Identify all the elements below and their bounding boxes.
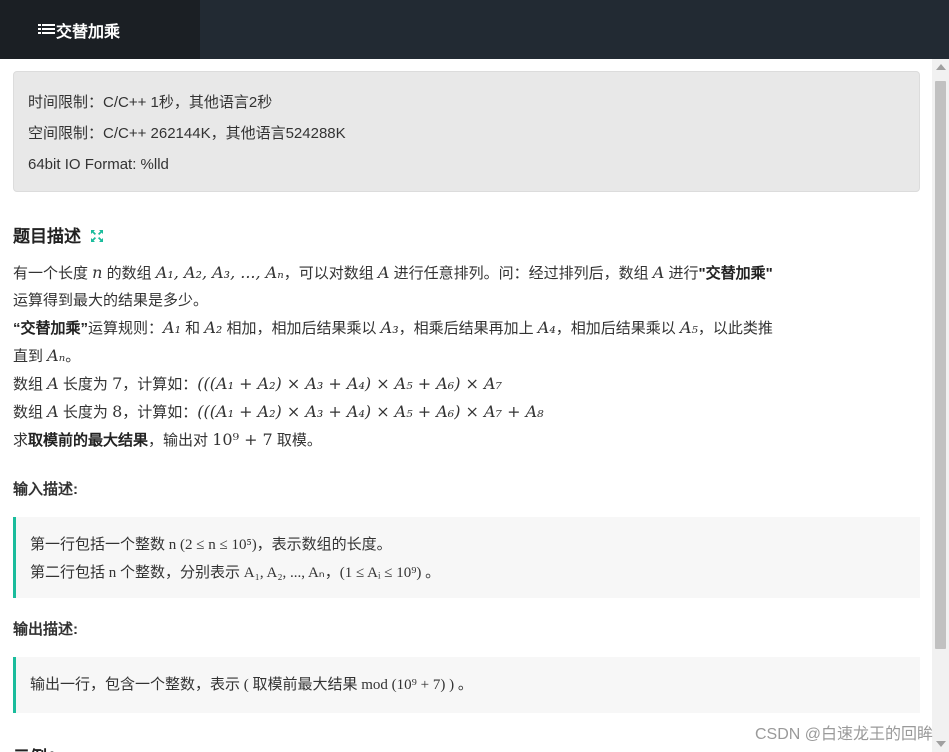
math: 10⁹ + 7: [212, 430, 273, 449]
input-block: 第一行包括一个整数 n (2 ≤ n ≤ 10⁵)，表示数组的长度。 第二行包括…: [13, 517, 920, 598]
problem-title: 交替加乘: [56, 21, 121, 41]
text: 进行: [664, 265, 699, 282]
text: 。: [65, 348, 81, 365]
description-title: 题目描述: [13, 227, 81, 246]
input-line-1: 第一行包括一个整数 n (2 ≤ n ≤ 10⁵)，表示数组的长度。: [30, 537, 392, 553]
text: ，可以对数组: [283, 265, 378, 282]
problem-tab[interactable]: 交替加乘: [0, 0, 200, 59]
math: A₁, A₂, A₃, ..., Aₙ: [155, 263, 284, 282]
expand-icon[interactable]: [89, 228, 105, 244]
math: 8: [112, 402, 123, 421]
math: A: [652, 263, 665, 282]
desc-line-4: 直到 Aₙ。: [13, 342, 773, 370]
io-format: 64bit IO Format: %lld: [28, 156, 169, 173]
output-line-1: 输出一行，包含一个整数，表示 ( 取模前最大结果 mod (10⁹ + 7) )…: [30, 677, 473, 693]
formula: (((A₁ + A₂) × A₃ + A₄) × A₅ + A₆) × A₇: [197, 374, 502, 393]
math: n: [92, 263, 103, 282]
math: A: [377, 263, 390, 282]
text: 取模。: [272, 432, 322, 449]
text: ，相乘后结果再加上: [398, 320, 538, 337]
bold-text: “交替加乘”: [13, 320, 89, 337]
text: 长度为: [58, 404, 113, 421]
text: 相加，相加后结果乘以: [222, 320, 381, 337]
desc-line-2: 运算得到最大的结果是多少。: [13, 292, 209, 309]
bold-text: 取模前的最大结果: [28, 432, 149, 449]
input-heading: 输入描述:: [13, 481, 78, 498]
scroll-down-arrow-icon[interactable]: [936, 741, 946, 747]
watermark: CSDN @白速龙王的回眸: [754, 726, 933, 743]
text: ，输出对: [148, 432, 213, 449]
text: 运算规则：: [88, 320, 164, 337]
math: 7: [112, 374, 123, 393]
text: 数组: [13, 376, 48, 393]
text: 进行任意排列。问：经过排列后，数组: [389, 265, 653, 282]
math: A₂: [204, 318, 223, 337]
text: 有一个长度: [13, 265, 93, 282]
text: 直到: [13, 348, 48, 365]
formula: (((A₁ + A₂) × A₃ + A₄) × A₅ + A₆) × A₇ +…: [197, 402, 544, 421]
math: A₅: [679, 318, 698, 337]
text: ，相加后结果乘以: [555, 320, 680, 337]
output-block: 输出一行，包含一个整数，表示 ( 取模前最大结果 mod (10⁹ + 7) )…: [13, 657, 920, 713]
text: ，计算如：: [122, 404, 198, 421]
text: ，以此类推: [697, 320, 773, 337]
scroll-thumb[interactable]: [935, 81, 946, 649]
text: 的数组: [102, 265, 156, 282]
desc-line-3: “交替加乘”运算规则：A₁ 和 A₂ 相加，相加后结果乘以 A₃，相乘后结果再加…: [13, 314, 773, 342]
text: 求: [13, 432, 29, 449]
desc-line-1: 有一个长度 n 的数组 A₁, A₂, A₃, ..., Aₙ，可以对数组 A …: [13, 259, 773, 287]
problem-content: 时间限制：C/C++ 1秒，其他语言2秒 空间限制：C/C++ 262144K，…: [0, 59, 932, 752]
desc-line-6: 数组 A 长度为 8，计算如：(((A₁ + A₂) × A₃ + A₄) × …: [13, 398, 773, 426]
desc-line-5: 数组 A 长度为 7，计算如：(((A₁ + A₂) × A₃ + A₄) × …: [13, 370, 773, 398]
description-heading: 题目描述: [13, 222, 105, 247]
text: 数组: [13, 404, 48, 421]
math: A₁: [163, 318, 181, 337]
scroll-up-arrow-icon[interactable]: [936, 64, 946, 70]
math: Aₙ: [47, 346, 66, 365]
top-bar: 交替加乘: [0, 0, 949, 59]
limits-panel: 时间限制：C/C++ 1秒，其他语言2秒 空间限制：C/C++ 262144K，…: [13, 71, 920, 192]
scrollbar[interactable]: [932, 59, 949, 752]
list-icon: [38, 23, 55, 36]
example-heading: 示例1: [13, 743, 56, 752]
text: ，计算如：: [122, 376, 198, 393]
math: A₄: [537, 318, 556, 337]
math: A: [47, 374, 59, 393]
input-line-2: 第二行包括 n 个整数，分别表示 A₁, A₂, ..., Aₙ，(1 ≤ Aᵢ…: [30, 565, 441, 581]
bold-text: "交替加乘": [698, 265, 773, 282]
math: A₃: [380, 318, 399, 337]
time-limit: 时间限制：C/C++ 1秒，其他语言2秒: [28, 94, 273, 111]
text: 和: [181, 320, 205, 337]
math: A: [47, 402, 59, 421]
description-body: 有一个长度 n 的数组 A₁, A₂, A₃, ..., Aₙ，可以对数组 A …: [13, 259, 773, 454]
text: 长度为: [58, 376, 113, 393]
desc-line-7: 求取模前的最大结果，输出对 10⁹ + 7 取模。: [13, 426, 773, 454]
output-heading: 输出描述:: [13, 621, 78, 638]
memory-limit: 空间限制：C/C++ 262144K，其他语言524288K: [28, 125, 346, 142]
